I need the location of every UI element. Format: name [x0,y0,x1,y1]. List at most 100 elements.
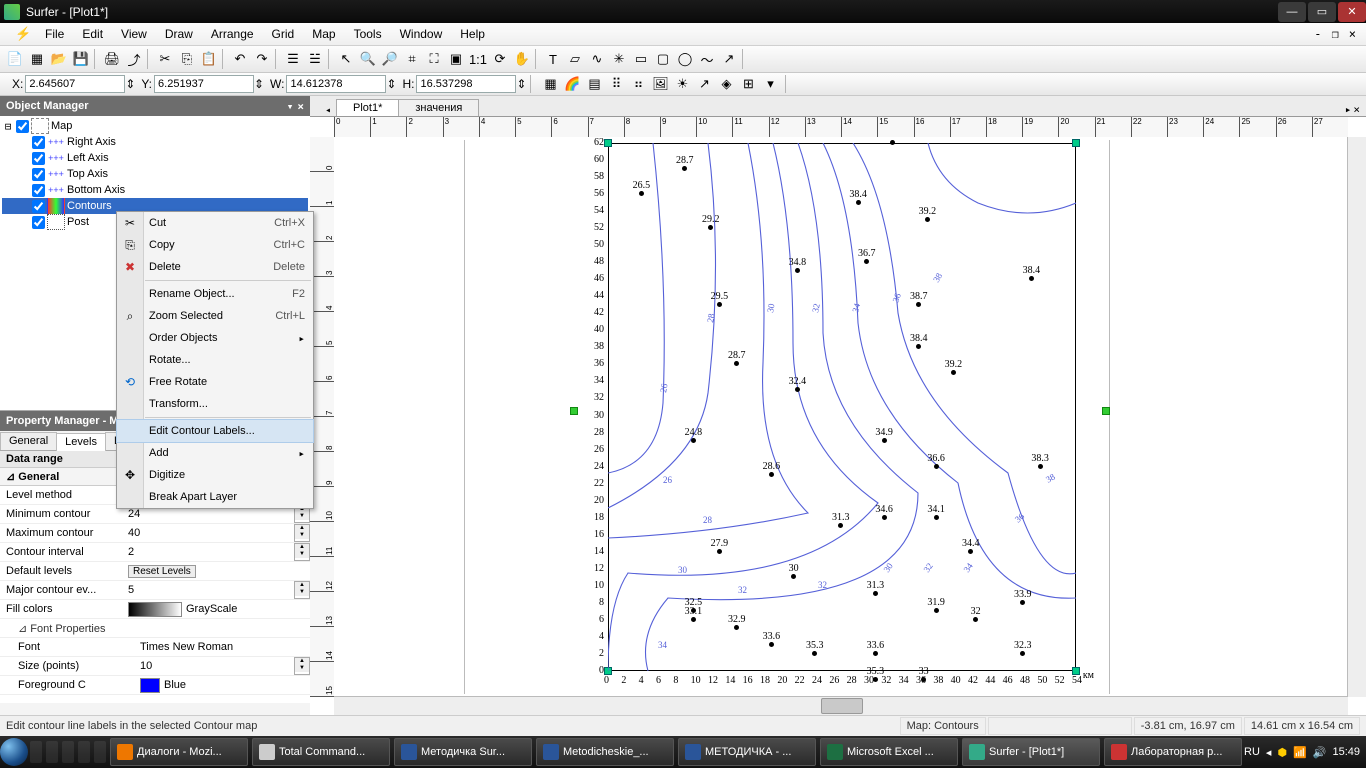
grayscale-swatch[interactable] [128,602,182,617]
pane-pin-icon[interactable]: ▾ [287,100,294,113]
quicklaunch-icon[interactable] [46,741,58,763]
ctx-edit-contour-labels[interactable]: Edit Contour Labels... [117,420,313,442]
zoom-actual-icon[interactable]: 1:1 [467,48,489,70]
x-input[interactable] [25,75,125,93]
task-firefox[interactable]: Диалоги - Mozi... [110,738,248,766]
selection-handle[interactable] [1102,407,1110,415]
tray-icon[interactable]: ◂ [1266,746,1272,759]
tab-general[interactable]: General [0,432,57,450]
image-map-icon[interactable]: 🖼 [649,73,671,95]
map-checkbox[interactable] [16,120,29,133]
menu-tools[interactable]: Tools [345,27,391,41]
export-icon[interactable]: ⤴ [123,48,145,70]
clock[interactable]: 15:49 [1332,746,1360,758]
stepper-icon[interactable]: ▲▼ [294,524,310,542]
pane-close-icon[interactable]: × [297,100,304,113]
menu-map[interactable]: Map [303,27,344,41]
tab-scroll-left-icon[interactable]: ◂ [320,105,336,116]
menu-draw[interactable]: Draw [156,27,202,41]
app-menu-icon[interactable]: ⚡ [6,26,36,42]
axis-checkbox[interactable] [32,168,45,181]
paste-icon[interactable]: 📋 [198,48,220,70]
pan-icon[interactable]: ✋ [511,48,533,70]
menu-window[interactable]: Window [391,27,452,41]
ctx-rename[interactable]: Rename Object...F2 [117,283,313,305]
vertical-scrollbar[interactable] [1347,137,1366,697]
tab-levels[interactable]: Levels [56,433,106,451]
tree-left-axis[interactable]: +++Left Axis [2,150,308,166]
post-checkbox[interactable] [32,216,45,229]
ctx-digitize[interactable]: ✥Digitize [117,464,313,486]
stepper-icon[interactable]: ▲▼ [294,657,310,675]
tab-close-icon[interactable]: × [1353,103,1360,116]
grid-data-icon[interactable]: ▦ [539,73,561,95]
zoom-full-icon[interactable]: ⛶ [423,48,445,70]
ellipse-icon[interactable]: ◯ [674,48,696,70]
tab-values[interactable]: значения [398,99,479,116]
refresh-icon[interactable]: ⟳ [489,48,511,70]
tree-top-axis[interactable]: +++Top Axis [2,166,308,182]
tree-right-axis[interactable]: +++Right Axis [2,134,308,150]
scrollbar-thumb[interactable] [821,698,863,714]
vector-map-icon[interactable]: ↗ [693,73,715,95]
axis-checkbox[interactable] [32,152,45,165]
prop-fill-value[interactable]: GrayScale [186,603,237,615]
selection-handle[interactable] [570,407,578,415]
symbol-icon[interactable]: ✳ [608,48,630,70]
task-word2[interactable]: Metodicheskie_... [536,738,674,766]
tray-icon[interactable]: 🔊 [1313,746,1327,759]
task-totalcmd[interactable]: Total Command... [252,738,390,766]
zoom-rect-icon[interactable]: ⌗ [401,48,423,70]
rectangle-icon[interactable]: ▭ [630,48,652,70]
prop-max-value[interactable]: 40 [128,527,140,539]
ctx-delete[interactable]: ✖DeleteDelete [117,256,313,278]
task-surfer[interactable]: Surfer - [Plot1*] [962,738,1100,766]
quicklaunch-icon[interactable] [30,741,42,763]
classed-post-icon[interactable]: ⠶ [627,73,649,95]
axis-checkbox[interactable] [32,136,45,149]
ctx-order-objects[interactable]: Order Objects▸ [117,327,313,349]
minimize-button[interactable]: — [1278,2,1306,22]
wireframe-icon[interactable]: ⊞ [737,73,759,95]
menu-arrange[interactable]: Arrange [202,27,263,41]
object-manager-icon[interactable]: ☰ [282,48,304,70]
start-button[interactable] [0,736,28,768]
ctx-zoom-selected[interactable]: ⌕Zoom SelectedCtrl+L [117,305,313,327]
prop-major-value[interactable]: 5 [128,584,134,596]
contours-checkbox[interactable] [32,200,45,213]
prop-min-value[interactable]: 24 [128,508,140,520]
close-button[interactable]: ✕ [1338,2,1366,22]
prop-size-value[interactable]: 10 [140,660,152,672]
menu-grid[interactable]: Grid [263,27,304,41]
maximize-button[interactable]: ▭ [1308,2,1336,22]
stepper-icon[interactable]: ▲▼ [294,581,310,599]
stepper-icon[interactable]: ⇕ [254,77,264,91]
ctx-copy[interactable]: ⎘CopyCtrl+C [117,234,313,256]
reset-levels-button[interactable]: Reset Levels [128,565,196,578]
h-input[interactable] [416,75,516,93]
quicklaunch-icon[interactable] [94,741,106,763]
task-word1[interactable]: Методичка Sur... [394,738,532,766]
polyline-icon[interactable]: ∿ [586,48,608,70]
surface-3d-icon[interactable]: ◈ [715,73,737,95]
ctx-rotate[interactable]: Rotate... [117,349,313,371]
menu-view[interactable]: View [112,27,156,41]
quicklaunch-icon[interactable] [62,741,74,763]
y-input[interactable] [154,75,254,93]
save-icon[interactable]: 💾 [70,48,92,70]
mdi-restore[interactable]: ❐ [1328,27,1343,41]
property-manager-icon[interactable]: ☱ [304,48,326,70]
lang-indicator[interactable]: RU [1244,746,1260,758]
ctx-free-rotate[interactable]: ⟲Free Rotate [117,371,313,393]
post-map-icon[interactable]: ⠿ [605,73,627,95]
spline-icon[interactable]: ～ [696,48,718,70]
ctx-add[interactable]: Add▸ [117,442,313,464]
undo-icon[interactable]: ↶ [229,48,251,70]
blue-swatch[interactable] [140,678,160,693]
quicklaunch-icon[interactable] [78,741,90,763]
redo-icon[interactable]: ↷ [251,48,273,70]
menu-edit[interactable]: Edit [73,27,112,41]
task-pdf[interactable]: Лабораторная р... [1104,738,1242,766]
stepper-icon[interactable]: ⇕ [386,77,396,91]
horizontal-scrollbar[interactable] [334,696,1348,715]
